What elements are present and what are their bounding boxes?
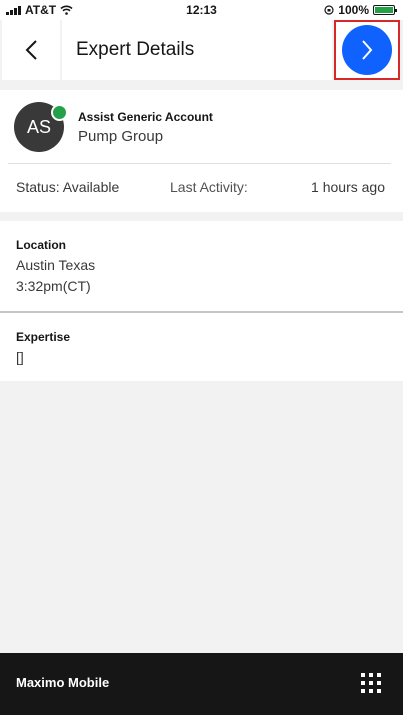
battery-icon	[373, 5, 397, 15]
status-bar-right: 100%	[324, 3, 397, 17]
last-activity-label: Last Activity:	[170, 179, 248, 195]
back-button[interactable]	[2, 20, 60, 80]
expert-group: Pump Group	[78, 128, 164, 145]
last-activity-value: 1 hours ago	[311, 179, 385, 195]
app-footer: Maximo Mobile	[0, 653, 403, 715]
expert-name: Assist Generic Account	[78, 110, 213, 124]
chevron-left-icon	[25, 40, 37, 60]
app-name: Maximo Mobile	[16, 675, 110, 690]
location-time: 3:32pm(CT)	[16, 278, 91, 294]
status-text: Status: Available	[16, 179, 120, 195]
chevron-right-icon	[362, 40, 373, 60]
header: Expert Details	[0, 20, 403, 80]
divider	[8, 163, 391, 164]
next-button-highlight	[334, 20, 400, 80]
app-switcher-icon[interactable]	[361, 673, 381, 693]
location-section: Location Austin Texas 3:32pm(CT)	[0, 221, 403, 311]
expertise-title: Expertise	[16, 330, 71, 344]
expertise-value: []	[16, 349, 24, 365]
expertise-section: Expertise []	[0, 313, 403, 381]
battery-percent: 100%	[338, 3, 369, 17]
location-city: Austin Texas	[16, 257, 96, 273]
expert-profile-card: AS Assist Generic Account Pump Group Sta…	[0, 90, 403, 212]
orientation-lock-icon	[324, 5, 334, 15]
location-title: Location	[16, 238, 66, 252]
status-bar: AT&T 12:13 100%	[0, 0, 403, 20]
header-title-area: Expert Details	[62, 20, 332, 80]
presence-indicator	[51, 104, 68, 121]
next-button[interactable]	[342, 25, 392, 75]
page-title: Expert Details	[76, 39, 195, 60]
